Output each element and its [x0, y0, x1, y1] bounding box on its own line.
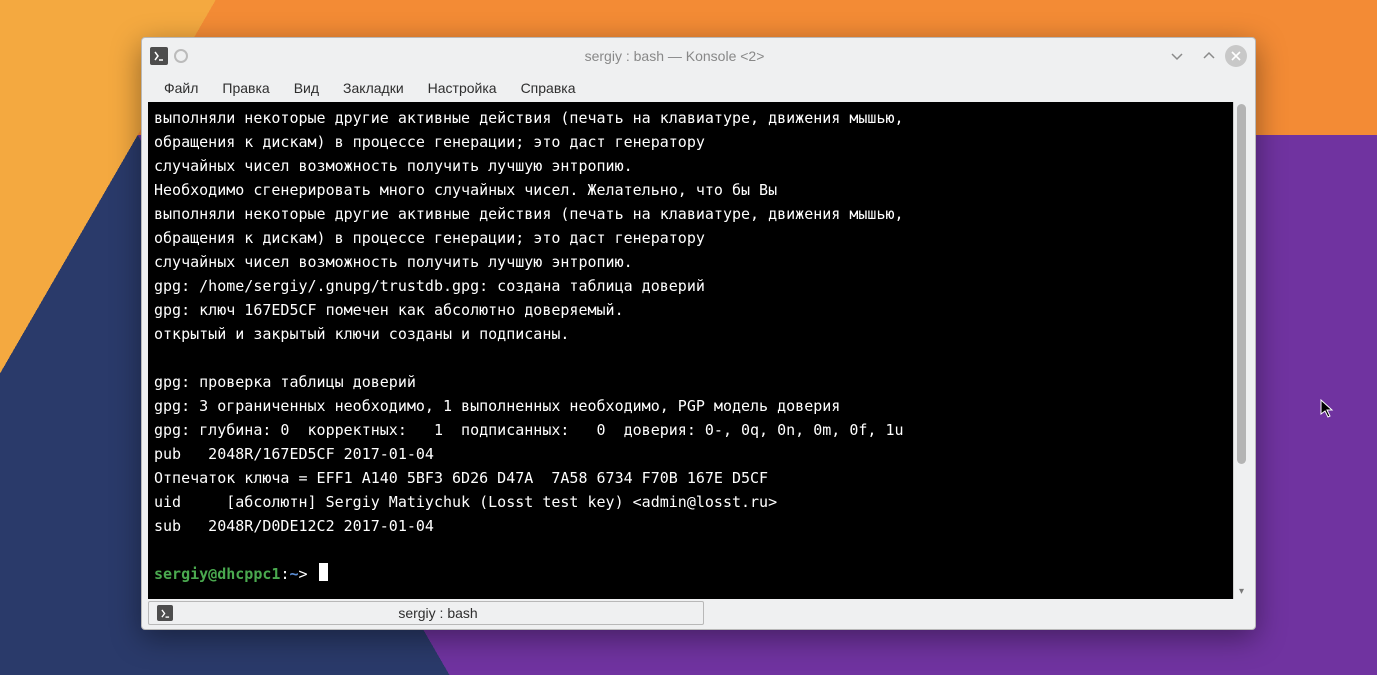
- menu-edit[interactable]: Правка: [210, 76, 281, 100]
- tab-label: sergiy : bash: [181, 605, 695, 621]
- terminal-icon: [157, 605, 173, 621]
- terminal-container: выполняли некоторые другие активные дейс…: [148, 102, 1249, 599]
- konsole-window: sergiy : bash — Konsole <2> Файл Правка …: [141, 37, 1256, 630]
- app-icon: [150, 47, 168, 65]
- minimize-button[interactable]: [1167, 46, 1187, 66]
- titlebar[interactable]: sergiy : bash — Konsole <2>: [142, 38, 1255, 74]
- scrollbar-thumb[interactable]: [1237, 104, 1246, 464]
- menu-view[interactable]: Вид: [282, 76, 331, 100]
- tabbar: sergiy : bash: [142, 599, 1255, 629]
- terminal[interactable]: выполняли некоторые другие активные дейс…: [148, 102, 1233, 599]
- scroll-down-icon[interactable]: ▾: [1234, 584, 1249, 598]
- menu-settings[interactable]: Настройка: [416, 76, 509, 100]
- menu-file[interactable]: Файл: [152, 76, 210, 100]
- scrollbar[interactable]: ▾: [1233, 102, 1249, 599]
- pin-icon[interactable]: [174, 49, 188, 63]
- menu-bookmarks[interactable]: Закладки: [331, 76, 416, 100]
- maximize-button[interactable]: [1199, 46, 1219, 66]
- tab-session[interactable]: sergiy : bash: [148, 601, 704, 625]
- menubar: Файл Правка Вид Закладки Настройка Справ…: [142, 74, 1255, 102]
- close-button[interactable]: [1225, 45, 1247, 67]
- menu-help[interactable]: Справка: [509, 76, 588, 100]
- window-title: sergiy : bash — Konsole <2>: [194, 48, 1155, 64]
